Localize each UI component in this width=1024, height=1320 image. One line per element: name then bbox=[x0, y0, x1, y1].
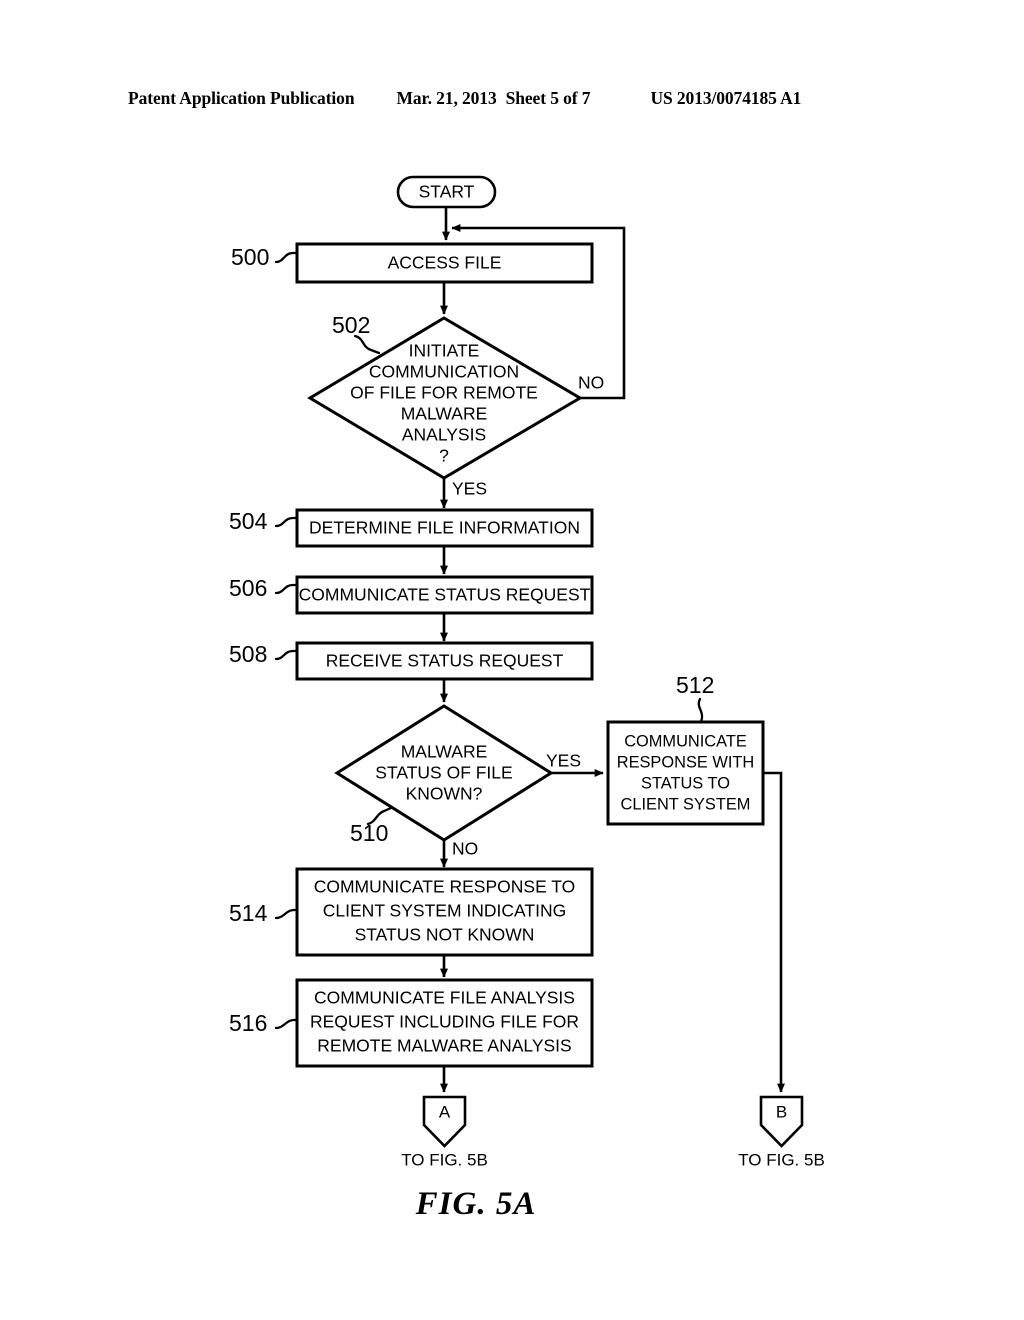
ref-number-504: 504 bbox=[229, 508, 268, 534]
node-510-line-0: MALWARE bbox=[401, 742, 488, 762]
ref-number-512: 512 bbox=[676, 672, 714, 698]
node-516-line-0: COMMUNICATE FILE ANALYSIS bbox=[314, 988, 575, 1008]
connector-a-caption: TO FIG. 5B bbox=[401, 1150, 488, 1169]
ref-number-514: 514 bbox=[229, 900, 268, 926]
edge-label-502-yes: YES bbox=[452, 479, 487, 499]
node-512-line-1: RESPONSE WITH bbox=[617, 753, 755, 771]
leader-500 bbox=[274, 251, 299, 264]
node-504-line-0: DETERMINE FILE INFORMATION bbox=[309, 518, 580, 538]
figure-5a: START ACCESS FILE 500 INITIATE COMMUNICA… bbox=[0, 0, 1024, 1320]
ref-number-506: 506 bbox=[229, 575, 267, 601]
ref-number-516: 516 bbox=[229, 1010, 267, 1036]
node-504-determine-file-information: DETERMINE FILE INFORMATION bbox=[295, 508, 594, 548]
connector-b-caption: TO FIG. 5B bbox=[738, 1150, 825, 1169]
ref-number-508: 508 bbox=[229, 641, 267, 667]
leader-508 bbox=[274, 649, 299, 661]
node-514-line-2: STATUS NOT KNOWN bbox=[355, 925, 535, 945]
connector-a-letter: A bbox=[439, 1102, 451, 1121]
node-514-line-0: COMMUNICATE RESPONSE TO bbox=[314, 877, 576, 897]
node-516-line-2: REMOTE MALWARE ANALYSIS bbox=[317, 1036, 571, 1056]
node-516-line-1: REQUEST INCLUDING FILE FOR bbox=[310, 1012, 579, 1032]
leader-512 bbox=[697, 697, 704, 724]
node-502-line-3: MALWARE bbox=[401, 404, 488, 424]
node-510-line-2: KNOWN? bbox=[406, 784, 483, 804]
ref-number-510: 510 bbox=[350, 820, 388, 846]
node-506-line-0: COMMUNICATE STATUS REQUEST bbox=[299, 585, 591, 605]
figure-caption: FIG. 5A bbox=[0, 1186, 1024, 1223]
node-508-line-0: RECEIVE STATUS REQUEST bbox=[326, 651, 564, 671]
node-502-line-2: OF FILE FOR REMOTE bbox=[350, 383, 538, 403]
node-514-line-1: CLIENT SYSTEM INDICATING bbox=[323, 901, 566, 921]
node-514-communicate-response-status-not-known: COMMUNICATE RESPONSE TO CLIENT SYSTEM IN… bbox=[295, 867, 594, 957]
edge-512-to-connector-b bbox=[763, 771, 785, 1093]
node-512-communicate-response-with-status: COMMUNICATE RESPONSE WITH STATUS TO CLIE… bbox=[606, 720, 765, 826]
leader-504 bbox=[274, 516, 299, 528]
node-start-label: START bbox=[419, 182, 475, 202]
node-508-receive-status-request: RECEIVE STATUS REQUEST bbox=[295, 641, 594, 681]
leader-502 bbox=[353, 334, 381, 355]
figure-caption-text: FIG. 5A bbox=[415, 1186, 537, 1222]
node-502-line-0: INITIATE bbox=[409, 341, 480, 361]
leader-516 bbox=[274, 1018, 299, 1030]
connector-b-letter: B bbox=[776, 1102, 787, 1121]
node-502-line-4: ANALYSIS bbox=[402, 425, 486, 445]
ref-number-502: 502 bbox=[332, 312, 370, 338]
node-500-line-0: ACCESS FILE bbox=[388, 253, 502, 273]
node-500-access-file: ACCESS FILE bbox=[295, 242, 594, 284]
ref-number-500: 500 bbox=[231, 244, 269, 270]
edge-label-510-yes: YES bbox=[546, 751, 581, 771]
node-512-line-0: COMMUNICATE bbox=[624, 732, 747, 750]
node-502-decision: INITIATE COMMUNICATION OF FILE FOR REMOT… bbox=[307, 316, 583, 480]
node-506-communicate-status-request: COMMUNICATE STATUS REQUEST bbox=[295, 575, 594, 615]
node-502-line-5: ? bbox=[439, 446, 449, 466]
connector-b: B TO FIG. 5B bbox=[738, 1095, 825, 1169]
node-512-line-2: STATUS TO bbox=[641, 774, 730, 792]
edge-label-510-no: NO bbox=[452, 839, 478, 859]
flowchart-svg: START ACCESS FILE 500 INITIATE COMMUNICA… bbox=[229, 175, 825, 1169]
leader-506 bbox=[274, 583, 299, 595]
node-502-line-1: COMMUNICATION bbox=[369, 362, 519, 382]
node-516-communicate-file-analysis-request: COMMUNICATE FILE ANALYSIS REQUEST INCLUD… bbox=[295, 978, 594, 1068]
connector-a: A TO FIG. 5B bbox=[401, 1095, 488, 1169]
node-512-line-3: CLIENT SYSTEM bbox=[621, 795, 751, 813]
node-510-line-1: STATUS OF FILE bbox=[375, 763, 512, 783]
leader-514 bbox=[274, 908, 299, 920]
node-start: START bbox=[396, 175, 497, 209]
edge-label-502-no: NO bbox=[578, 373, 604, 393]
